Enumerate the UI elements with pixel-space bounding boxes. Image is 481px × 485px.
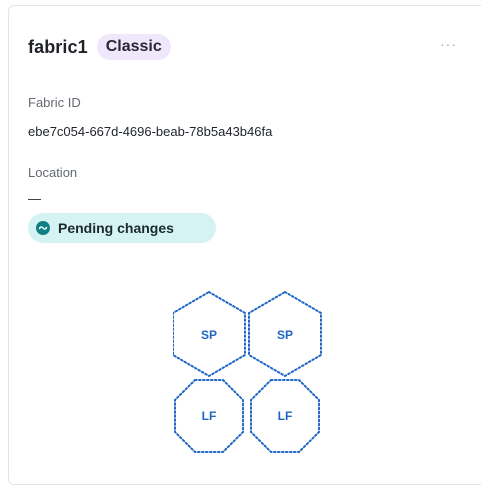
leaf-node[interactable]: LF <box>250 379 320 453</box>
leaf-node-label: LF <box>202 409 217 423</box>
fabric-type-badge: Classic <box>96 34 171 60</box>
spine-node[interactable]: SP <box>173 290 246 378</box>
leaf-node[interactable]: LF <box>174 379 244 453</box>
pending-changes-icon <box>36 221 50 235</box>
card-header: fabric1 Classic <box>28 34 171 60</box>
more-options-icon[interactable]: ··· <box>440 36 457 52</box>
location-value: — <box>28 191 41 206</box>
fabric-card[interactable]: fabric1 Classic ··· Fabric ID ebe7c054-6… <box>8 5 481 485</box>
fabric-id-label: Fabric ID <box>28 95 81 110</box>
spine-node-label: SP <box>201 328 217 342</box>
leaf-node-label: LF <box>278 409 293 423</box>
fabric-name[interactable]: fabric1 <box>28 37 88 58</box>
status-badge: Pending changes <box>28 213 216 243</box>
spine-node[interactable]: SP <box>248 290 322 378</box>
fabric-id-value: ebe7c054-667d-4696-beab-78b5a43b46fa <box>28 124 273 139</box>
fabric-topology-diagram: SP SP LF LF <box>173 290 322 453</box>
spine-node-label: SP <box>277 328 293 342</box>
status-text: Pending changes <box>58 220 174 236</box>
location-label: Location <box>28 165 78 180</box>
